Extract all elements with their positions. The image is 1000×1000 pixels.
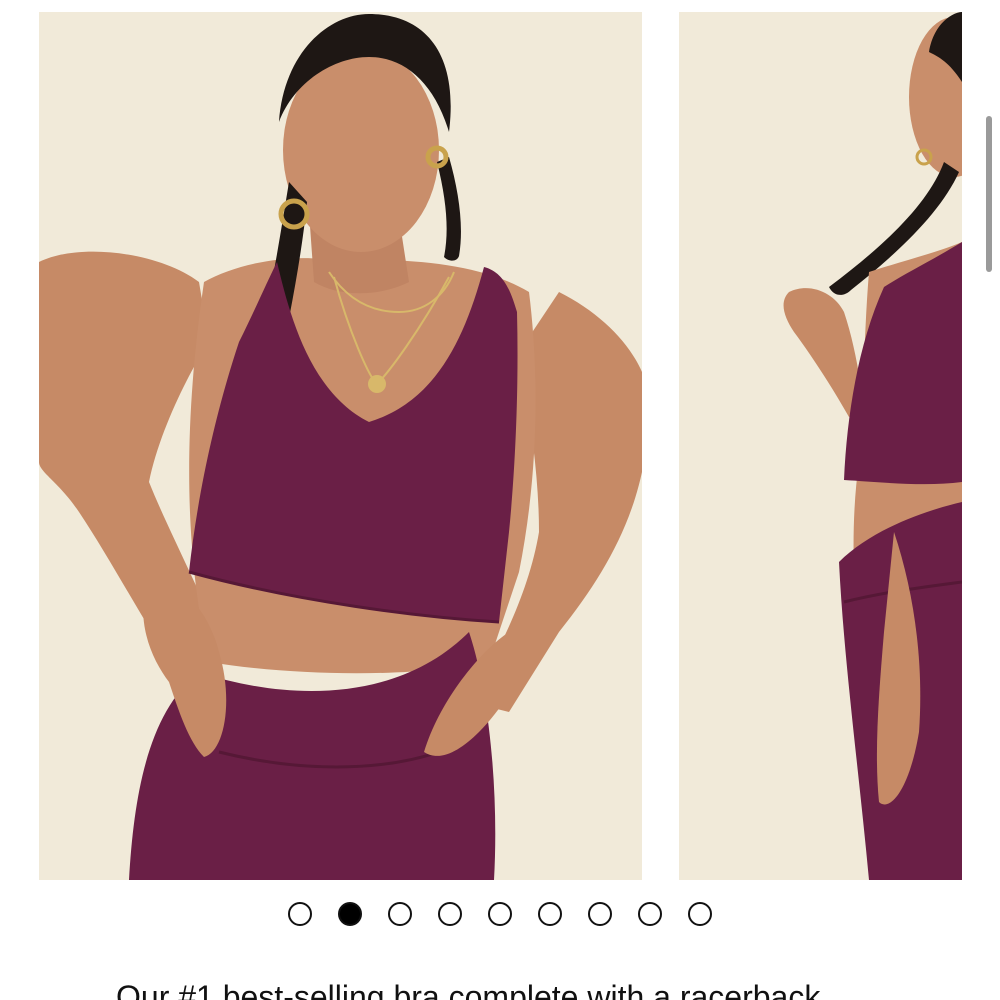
carousel-dot-8[interactable] bbox=[638, 902, 662, 926]
scrollbar-thumb[interactable] bbox=[986, 116, 992, 272]
product-image-carousel[interactable] bbox=[0, 0, 1000, 890]
carousel-dot-6[interactable] bbox=[538, 902, 562, 926]
carousel-dot-2[interactable] bbox=[338, 902, 362, 926]
carousel-dot-4[interactable] bbox=[438, 902, 462, 926]
carousel-dot-7[interactable] bbox=[588, 902, 612, 926]
carousel-dot-5[interactable] bbox=[488, 902, 512, 926]
carousel-pagination bbox=[0, 902, 1000, 932]
carousel-dot-3[interactable] bbox=[388, 902, 412, 926]
product-photo-side bbox=[679, 12, 962, 880]
product-photo-front bbox=[39, 12, 642, 880]
carousel-dot-1[interactable] bbox=[288, 902, 312, 926]
carousel-slide-main[interactable] bbox=[39, 12, 642, 880]
carousel-slide-next[interactable] bbox=[679, 12, 962, 880]
product-description: Our #1 best-selling bra complete with a … bbox=[116, 979, 821, 1000]
carousel-dot-9[interactable] bbox=[688, 902, 712, 926]
product-page: Our #1 best-selling bra complete with a … bbox=[0, 0, 1000, 1000]
